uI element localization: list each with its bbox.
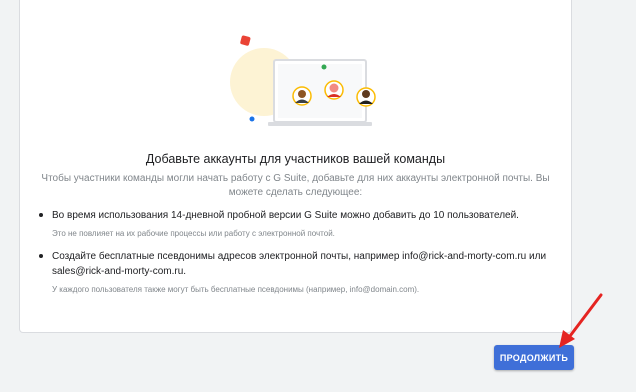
list-item-text: Во время использования 14-дневной пробно… [52, 210, 519, 221]
avatar-icon [324, 80, 344, 100]
list-item: Создайте бесплатные псевдонимы адресов э… [38, 249, 558, 294]
list-item: Во время использования 14-дневной пробно… [38, 208, 558, 238]
annotation-arrow-icon [559, 293, 603, 348]
avatar-icon [292, 86, 312, 106]
info-card: Добавьте аккаунты для участников вашей к… [19, 0, 572, 333]
avatar-icon [356, 87, 376, 107]
blue-dot-shape [249, 116, 255, 122]
list-item-text: Создайте бесплатные псевдонимы адресов э… [52, 251, 547, 277]
laptop-icon [268, 59, 372, 126]
green-dot-shape [321, 64, 327, 70]
card-title: Добавьте аккаунты для участников вашей к… [145, 152, 446, 166]
red-square-shape [240, 35, 251, 46]
card-subtitle: Чтобы участники команды могли начать раб… [41, 173, 550, 198]
list-item-note: У каждого пользователя также могут быть … [52, 285, 420, 294]
bullet-icon [39, 254, 43, 258]
team-illustration [230, 35, 376, 126]
bullet-icon [39, 213, 43, 217]
options-list: Во время использования 14-дневной пробно… [38, 208, 558, 305]
list-item-note: Это не повлияет на их рабочие процессы и… [52, 229, 335, 238]
